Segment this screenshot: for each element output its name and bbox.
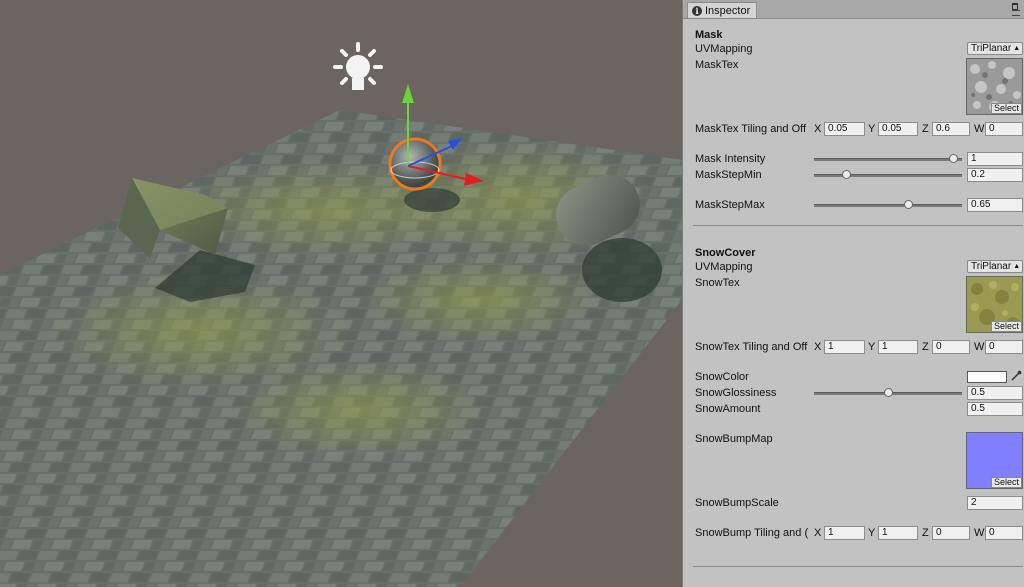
slider-thumb[interactable] (842, 170, 851, 179)
masktex-z-label: Z (922, 123, 929, 135)
tab-label: Inspector (705, 4, 751, 17)
mask-uvmapping-value: TriPlanar (971, 43, 1012, 54)
mask-uvmapping-dropdown[interactable]: TriPlanar ▲︎ (967, 42, 1023, 55)
slider-thumb[interactable] (884, 388, 893, 397)
snowtex-slot[interactable]: Select (966, 276, 1023, 333)
tab-inspector[interactable]: i Inspector (687, 2, 758, 18)
maskstepmin-slider[interactable] (814, 169, 962, 181)
dropdown-arrow-icon: ▲︎ (1013, 263, 1021, 270)
snowbump-tiling-y-field[interactable]: 1 (878, 526, 918, 540)
snowtex-w-label: W (974, 341, 985, 353)
snowbump-tiling-label: SnowBump Tiling and ( (695, 527, 809, 539)
snowtex-y-label: Y (868, 341, 876, 353)
maskstepmin-label: MaskStepMin (695, 169, 762, 181)
mask-intensity-field[interactable]: 1 (967, 152, 1023, 166)
mask-intensity-label: Mask Intensity (695, 153, 766, 165)
maskstepmin-field[interactable]: 0.2 (967, 168, 1023, 182)
snowtex-tiling-x-field[interactable]: 1 (824, 340, 865, 354)
snowamount-label: SnowAmount (695, 403, 761, 415)
masktex-w-label: W (974, 123, 985, 135)
masktex-x-label: X (814, 123, 822, 135)
snowtex-tiling-z-field[interactable]: 0 (932, 340, 970, 354)
scene-view[interactable] (0, 0, 682, 587)
snowtex-tiling-label: SnowTex Tiling and Off (695, 341, 808, 353)
dropdown-arrow-icon: ▲︎ (1013, 45, 1021, 52)
snowbump-y-label: Y (868, 527, 876, 539)
masktex-tiling-x-field[interactable]: 0.05 (824, 122, 865, 136)
snowglossiness-label: SnowGlossiness (695, 387, 777, 399)
slider-track (814, 174, 962, 177)
light-bulb-icon[interactable] (333, 42, 383, 90)
snowglossiness-field[interactable]: 0.5 (967, 386, 1023, 400)
snowtex-select-button[interactable]: Select (990, 321, 1022, 332)
masktex-label: MaskTex (695, 59, 739, 71)
mask-intensity-slider[interactable] (814, 153, 962, 165)
info-icon: i (692, 5, 702, 16)
masktex-tiling-w-field[interactable]: 0 (985, 122, 1023, 136)
snow-uvmapping-dropdown[interactable]: TriPlanar ▲︎ (967, 260, 1023, 273)
snowglossiness-slider[interactable] (814, 387, 962, 399)
inspector-tabbar: i Inspector (683, 0, 1024, 19)
snowbump-tiling-w-field[interactable]: 0 (985, 526, 1023, 540)
slider-thumb[interactable] (904, 200, 913, 209)
snow-uvmapping-label: UVMapping (695, 261, 753, 273)
snowbumpmap-label: SnowBumpMap (695, 433, 773, 445)
sphere-object[interactable] (388, 137, 442, 191)
snowcover-header: SnowCover (695, 247, 756, 259)
snowbump-z-label: Z (922, 527, 929, 539)
snowamount-field[interactable]: 0.5 (967, 402, 1023, 416)
maskstepmax-slider[interactable] (814, 199, 962, 211)
snowbump-w-label: W (974, 527, 985, 539)
scene-canvas[interactable] (0, 0, 682, 587)
menu-icon[interactable] (1012, 10, 1020, 16)
snowtex-label: SnowTex (695, 277, 740, 289)
snowbump-x-label: X (814, 527, 822, 539)
masktex-y-label: Y (868, 123, 876, 135)
slider-track (814, 204, 962, 207)
snowtex-x-label: X (814, 341, 822, 353)
snowtex-tiling-w-field[interactable]: 0 (985, 340, 1023, 354)
snowtex-tiling-y-field[interactable]: 1 (878, 340, 918, 354)
mask-header: Mask (695, 29, 723, 41)
masktex-slot[interactable]: Select (966, 58, 1023, 115)
snowbumpmap-select-button[interactable]: Select (990, 477, 1022, 488)
masktex-tiling-label: MaskTex Tiling and Off (695, 123, 807, 135)
slider-thumb[interactable] (949, 154, 958, 163)
maskstepmax-label: MaskStepMax (695, 199, 765, 211)
snowbump-tiling-x-field[interactable]: 1 (824, 526, 865, 540)
snow-uvmapping-value: TriPlanar (971, 261, 1012, 272)
section-divider-bottom (693, 566, 1023, 567)
snowcolor-swatch[interactable] (967, 371, 1007, 383)
snowbump-tiling-z-field[interactable]: 0 (932, 526, 970, 540)
lock-icon[interactable] (1012, 3, 1018, 10)
snowbumpscale-field[interactable]: 2 (967, 496, 1023, 510)
maskstepmax-field[interactable]: 0.65 (967, 198, 1023, 212)
eyedropper-icon[interactable] (1010, 370, 1022, 382)
masktex-tiling-y-field[interactable]: 0.05 (878, 122, 918, 136)
snowcolor-label: SnowColor (695, 371, 749, 383)
inspector-panel: i Inspector Mask UVMapping TriPlanar ▲︎ M… (682, 0, 1024, 587)
masktex-tiling-z-field[interactable]: 0.6 (932, 122, 970, 136)
snowtex-z-label: Z (922, 341, 929, 353)
section-divider (693, 225, 1023, 226)
snowbumpscale-label: SnowBumpScale (695, 497, 779, 509)
masktex-select-button[interactable]: Select (990, 103, 1022, 114)
snowbumpmap-slot[interactable]: Select (966, 432, 1023, 489)
mask-uvmapping-label: UVMapping (695, 43, 753, 55)
slider-track (814, 158, 962, 161)
